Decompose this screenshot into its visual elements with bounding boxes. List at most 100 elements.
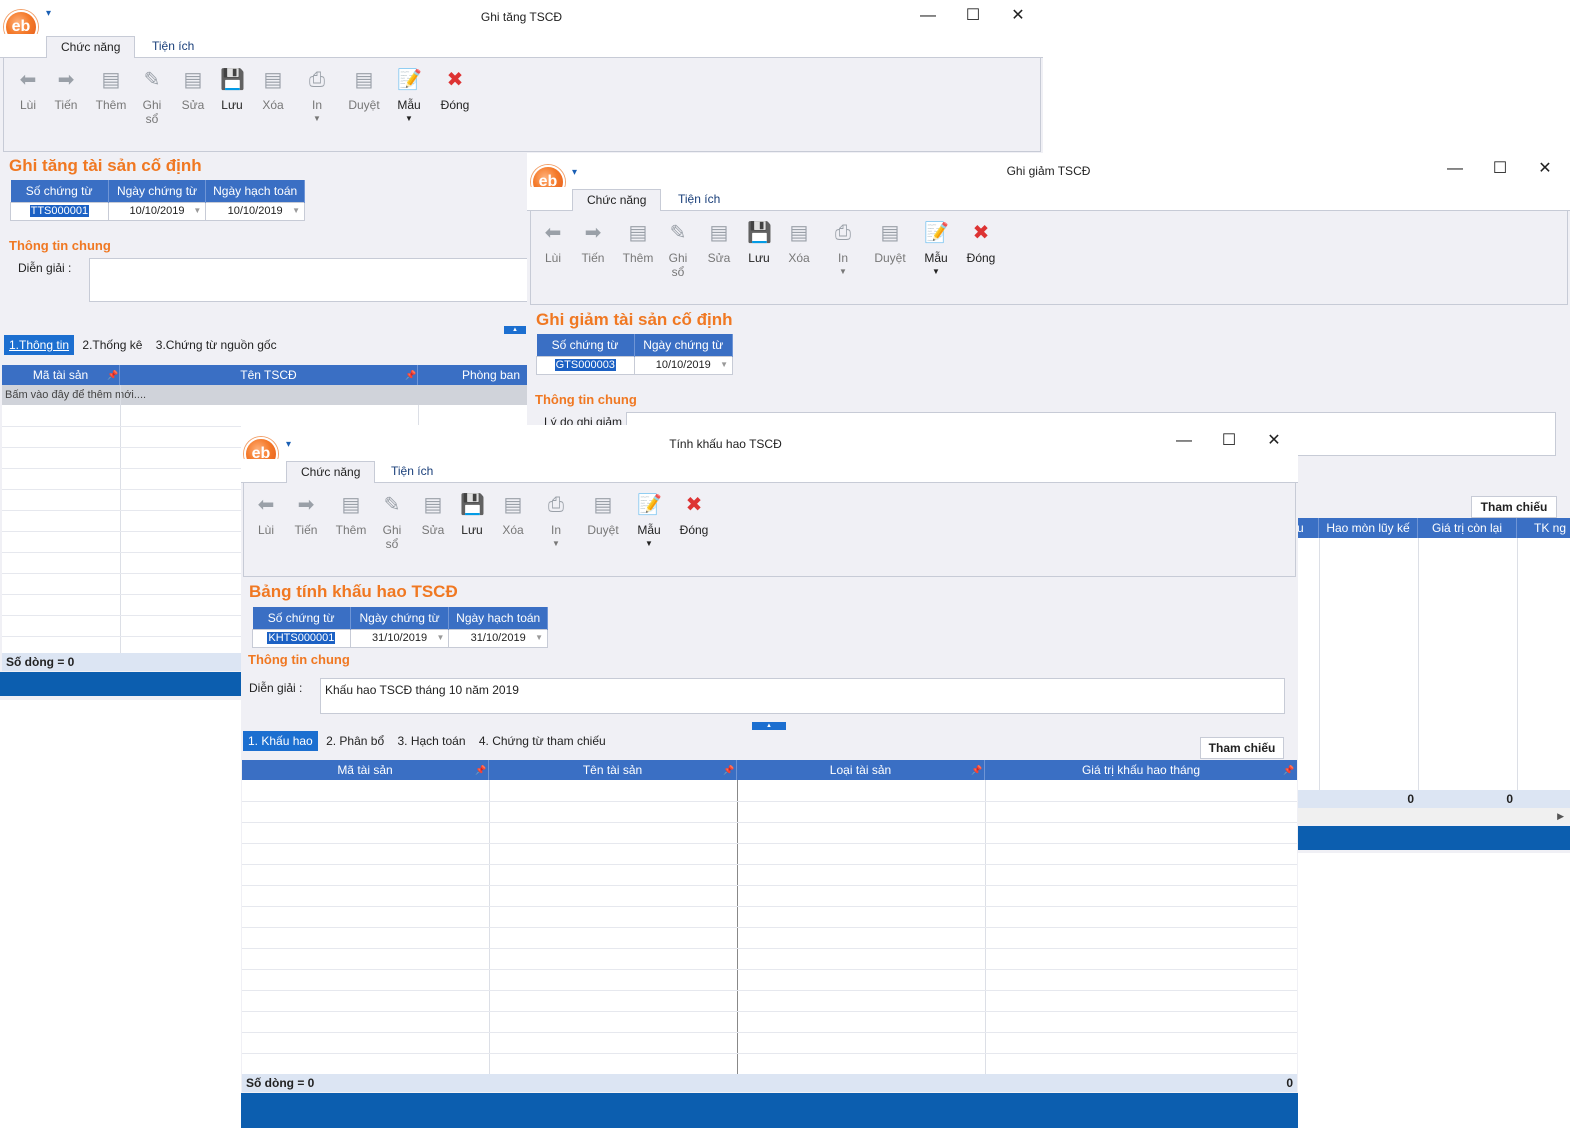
col-tk-ng[interactable]: TK ng bbox=[1517, 518, 1570, 538]
forward-button[interactable]: ➡ Tiến bbox=[286, 489, 326, 537]
close-form-button[interactable]: ✖ Đóng bbox=[961, 217, 1001, 265]
add-button[interactable]: ▤ Thêm bbox=[331, 489, 371, 537]
tab-chuc-nang[interactable]: Chức năng bbox=[46, 36, 136, 58]
col-loai-tai-san[interactable]: Loại tài sản bbox=[737, 760, 985, 780]
close-form-button[interactable]: ✖ Đóng bbox=[435, 64, 475, 112]
delete-document-icon: ▤ bbox=[263, 69, 283, 91]
delete-button[interactable]: ▤ Xóa bbox=[253, 64, 293, 112]
maximize-button[interactable]: ☐ bbox=[1478, 157, 1522, 181]
add-new-row[interactable]: Bấm vào đây để thêm mới.... bbox=[2, 385, 537, 405]
chevron-down-icon[interactable]: ▼ bbox=[292, 206, 300, 215]
tab-chuc-nang[interactable]: Chức năng bbox=[286, 461, 376, 483]
pin-icon[interactable]: 📌 bbox=[1282, 760, 1296, 780]
posting-date-field[interactable]: 31/10/2019 ▼ bbox=[448, 628, 548, 648]
close-button[interactable]: ✕ bbox=[1523, 157, 1567, 181]
chevron-down-icon[interactable]: ▼ bbox=[535, 633, 543, 642]
template-button[interactable]: 📝 Mẫu ▼ bbox=[916, 217, 956, 276]
edit-button[interactable]: ▤ Sửa bbox=[173, 64, 213, 112]
chevron-down-icon[interactable]: ▼ bbox=[720, 360, 728, 369]
col-ma-tai-san[interactable]: Mã tài sản bbox=[242, 760, 489, 780]
post-button[interactable]: ✎ Ghi sổ bbox=[132, 64, 172, 126]
pin-icon[interactable]: 📌 bbox=[722, 760, 736, 780]
col-ten-tai-san[interactable]: Tên tài sản bbox=[489, 760, 737, 780]
col-gia-tri-con-lai[interactable]: Giá trị còn lại bbox=[1418, 518, 1517, 538]
minimize-button[interactable]: — bbox=[1433, 157, 1477, 181]
col-ma-tai-san[interactable]: Mã tài sản bbox=[2, 365, 120, 385]
minimize-button[interactable]: — bbox=[906, 4, 950, 28]
pin-icon[interactable]: 📌 bbox=[404, 365, 418, 385]
save-button[interactable]: 💾 Lưu bbox=[452, 489, 492, 537]
approve-button[interactable]: ▤ Duyệt bbox=[583, 489, 623, 537]
titlebar: eb ▾ Tính khấu hao TSCĐ — ☐ ✕ bbox=[241, 425, 1298, 471]
col-phong-ban[interactable]: Phòng ban bbox=[418, 365, 537, 385]
reference-button[interactable]: Tham chiếu bbox=[1471, 496, 1557, 518]
maximize-button[interactable]: ☐ bbox=[951, 4, 995, 28]
template-button[interactable]: 📝 Mẫu ▼ bbox=[389, 64, 429, 123]
back-button[interactable]: ⬅ Lùi bbox=[8, 64, 48, 112]
tab-tien-ich[interactable]: Tiện ích bbox=[664, 189, 734, 211]
reference-button[interactable]: Tham chiếu bbox=[1200, 737, 1284, 759]
tab-tien-ich[interactable]: Tiện ích bbox=[138, 36, 208, 58]
close-button[interactable]: ✕ bbox=[996, 4, 1040, 28]
tab-khau-hao[interactable]: 1. Khấu hao bbox=[243, 731, 318, 751]
close-form-button[interactable]: ✖ Đóng bbox=[674, 489, 714, 537]
tab-chuc-nang[interactable]: Chức năng bbox=[572, 189, 662, 211]
approve-button[interactable]: ▤ Duyệt bbox=[344, 64, 384, 112]
chevron-down-icon[interactable]: ▼ bbox=[193, 206, 201, 215]
description-field[interactable] bbox=[89, 258, 539, 302]
print-button[interactable]: ⎙ In ▼ bbox=[823, 217, 863, 276]
edit-button[interactable]: ▤ Sửa bbox=[413, 489, 453, 537]
titlebar: eb ▾ Ghi tăng TSCĐ — ☐ ✕ bbox=[0, 0, 1043, 44]
tab-thong-ke[interactable]: 2.Thống kê bbox=[77, 335, 147, 355]
pin-icon[interactable]: 📌 bbox=[106, 365, 120, 385]
print-button[interactable]: ⎙ In ▼ bbox=[297, 64, 337, 123]
pin-icon[interactable]: 📌 bbox=[970, 760, 984, 780]
description-field[interactable]: Khấu hao TSCĐ tháng 10 năm 2019 bbox=[320, 678, 1285, 714]
collapse-toggle[interactable]: ▲ bbox=[504, 326, 526, 334]
tab-tien-ich[interactable]: Tiện ích bbox=[377, 461, 447, 483]
print-button[interactable]: ⎙ In ▼ bbox=[536, 489, 576, 548]
back-button[interactable]: ⬅ Lùi bbox=[533, 217, 573, 265]
pin-icon[interactable]: 📌 bbox=[474, 760, 488, 780]
col-hao-mon-luy-ke[interactable]: Hao mòn lũy kế bbox=[1319, 518, 1418, 538]
forward-button[interactable]: ➡ Tiến bbox=[573, 217, 613, 265]
post-button[interactable]: ✎ Ghi sổ bbox=[372, 489, 412, 551]
post-button[interactable]: ✎ Ghi sổ bbox=[658, 217, 698, 279]
chevron-down-icon[interactable]: ▼ bbox=[436, 633, 444, 642]
save-button[interactable]: 💾 Lưu bbox=[212, 64, 252, 112]
template-button[interactable]: 📝 Mẫu ▼ bbox=[629, 489, 669, 548]
add-button[interactable]: ▤ Thêm bbox=[91, 64, 131, 112]
delete-button[interactable]: ▤ Xóa bbox=[493, 489, 533, 537]
back-button[interactable]: ⬅ Lùi bbox=[246, 489, 286, 537]
status-bar bbox=[241, 1093, 1298, 1128]
tab-hach-toan[interactable]: 3. Hạch toán bbox=[392, 731, 470, 751]
doc-number-field[interactable]: TTS000001 bbox=[10, 201, 109, 221]
doc-number-field[interactable]: KHTS000001 bbox=[252, 628, 351, 648]
posting-date-field[interactable]: 10/10/2019 ▼ bbox=[205, 201, 305, 221]
maximize-button[interactable]: ☐ bbox=[1207, 429, 1251, 453]
approve-button[interactable]: ▤ Duyệt bbox=[870, 217, 910, 265]
col-partial[interactable]: u bbox=[1297, 518, 1319, 538]
forward-button[interactable]: ➡ Tiến bbox=[46, 64, 86, 112]
dropdown-arrow-icon: ▼ bbox=[932, 267, 940, 276]
minimize-button[interactable]: — bbox=[1162, 429, 1206, 453]
tab-thong-tin[interactable]: 1.Thông tin bbox=[4, 335, 75, 355]
save-button[interactable]: 💾 Lưu bbox=[739, 217, 779, 265]
document-header-grid: Số chứng từ Ngày chứng từ GTS000003 10/1… bbox=[536, 334, 734, 375]
doc-number-field[interactable]: GTS000003 bbox=[536, 355, 635, 375]
col-gia-tri-khau-hao-thang[interactable]: Giá trị khấu hao tháng bbox=[985, 760, 1297, 780]
close-button[interactable]: ✕ bbox=[1252, 429, 1296, 453]
add-button[interactable]: ▤ Thêm bbox=[618, 217, 658, 265]
tab-chung-tu-tham-chieu[interactable]: 4. Chứng từ tham chiếu bbox=[474, 731, 611, 751]
doc-date-field[interactable]: 10/10/2019 ▼ bbox=[107, 201, 207, 221]
collapse-toggle[interactable]: ▲ bbox=[752, 722, 786, 730]
col-ten-tscd[interactable]: Tên TSCĐ bbox=[120, 365, 418, 385]
total-hao-mon: 0 bbox=[1407, 792, 1414, 806]
tab-phan-bo[interactable]: 2. Phân bổ bbox=[321, 731, 389, 751]
edit-button[interactable]: ▤ Sửa bbox=[699, 217, 739, 265]
grid-row-line bbox=[242, 822, 1297, 823]
doc-date-field[interactable]: 10/10/2019 ▼ bbox=[633, 355, 734, 375]
delete-button[interactable]: ▤ Xóa bbox=[779, 217, 819, 265]
doc-date-field[interactable]: 31/10/2019 ▼ bbox=[349, 628, 450, 648]
tab-chung-tu-nguon-goc[interactable]: 3.Chứng từ nguồn gốc bbox=[151, 335, 282, 355]
